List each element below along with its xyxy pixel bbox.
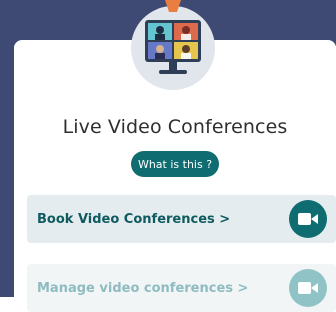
book-video-conferences-row[interactable]: Book Video Conferences >: [27, 195, 336, 243]
video-camera-icon[interactable]: [289, 269, 327, 307]
what-is-this-button[interactable]: What is this ?: [131, 151, 219, 177]
book-video-conferences-link[interactable]: Book Video Conferences >: [37, 212, 230, 227]
manage-video-conferences-link[interactable]: Manage video conferences >: [37, 281, 248, 296]
manage-video-conferences-row[interactable]: Manage video conferences >: [27, 264, 336, 312]
page-title: Live Video Conferences: [62, 116, 288, 138]
video-conference-illustration: [131, 0, 215, 90]
video-camera-icon[interactable]: [289, 200, 327, 238]
left-sidebar-strip: [0, 46, 14, 297]
